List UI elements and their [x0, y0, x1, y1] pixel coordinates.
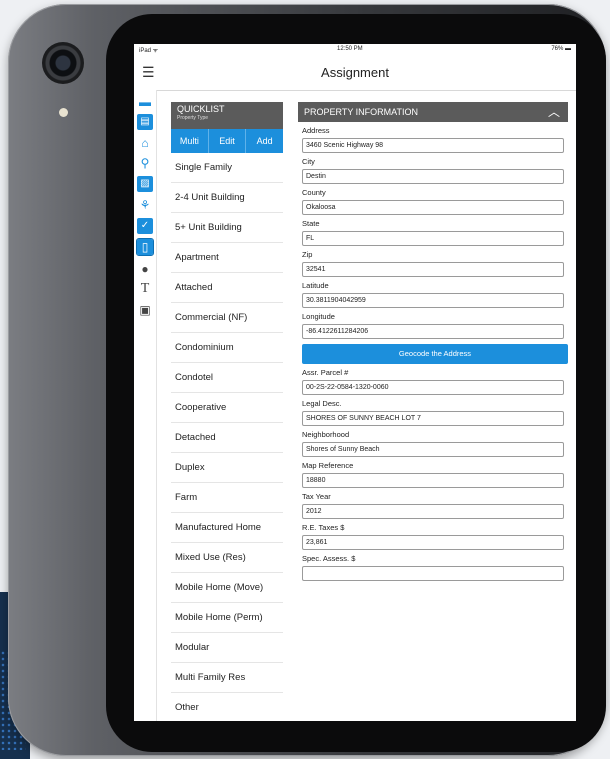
text-input[interactable]: Destin	[302, 169, 564, 184]
nav-bar: ☰ Assignment	[134, 56, 576, 91]
quicklist-title: QUICKLIST	[177, 104, 225, 114]
list-item[interactable]: Commercial (NF)	[171, 303, 283, 333]
add-button[interactable]: Add	[246, 129, 283, 153]
list-item[interactable]: Apartment	[171, 243, 283, 273]
field-label: Zip	[302, 250, 313, 259]
field-label: Tax Year	[302, 492, 331, 501]
list-item[interactable]: Single Family	[171, 153, 283, 183]
text-input[interactable]: FL	[302, 231, 564, 246]
section-title: PROPERTY INFORMATION	[304, 107, 419, 117]
carrier-label: iPad ᯤ	[139, 48, 159, 54]
field-label: Spec. Assess. $	[302, 554, 356, 563]
field-label: City	[302, 157, 315, 166]
form-field: State FL	[302, 219, 568, 246]
form-field: Spec. Assess. $	[302, 554, 568, 581]
quicklist-items: Single Family 2-4 Unit Building 5+ Unit …	[171, 153, 283, 721]
field-label: State	[302, 219, 320, 228]
document-icon[interactable]: ▤	[137, 114, 153, 130]
app-screen: iPad ᯤ 12:50 PM 76% ▬ ☰ Assignment ▬ ▤ ⌂…	[134, 44, 576, 721]
form-field: Legal Desc. SHORES OF SUNNY BEACH LOT 7	[302, 399, 568, 426]
house-icon[interactable]: ⌂	[137, 135, 153, 151]
form-field: Neighborhood Shores of Sunny Beach	[302, 430, 568, 457]
text-input[interactable]: 3460 Scenic Highway 98	[302, 138, 564, 153]
text-icon[interactable]: T	[137, 281, 153, 297]
property-information-panel: PROPERTY INFORMATION ︿ Address 3460 Sceni…	[298, 102, 568, 721]
form-field: City Destin	[302, 157, 568, 184]
camera-lens-icon	[42, 42, 84, 84]
text-input[interactable]: -86.4122611284206	[302, 324, 564, 339]
list-item[interactable]: 2-4 Unit Building	[171, 183, 283, 213]
checkbox-icon[interactable]: ✓	[137, 218, 153, 234]
list-item[interactable]: Multi Family Res	[171, 663, 283, 693]
list-item[interactable]: Attached	[171, 273, 283, 303]
form-field: Latitude 30.3811904042959	[302, 281, 568, 308]
multi-button[interactable]: Multi	[171, 129, 209, 153]
field-label: Latitude	[302, 281, 329, 290]
location-pin-icon[interactable]: ⚲	[137, 155, 153, 171]
form-field: Assr. Parcel # 00-2S-22-0584-1320-0060	[302, 368, 568, 395]
icon-rail: ▬ ▤ ⌂ ⚲ ▨ ⚘ ✓ ▯ ● T ▣	[134, 90, 157, 721]
field-label: County	[302, 188, 326, 197]
list-item[interactable]: Manufactured Home	[171, 513, 283, 543]
list-item[interactable]: Mobile Home (Move)	[171, 573, 283, 603]
battery-indicator: 76% ▬	[551, 46, 571, 52]
flash-icon	[59, 108, 68, 117]
field-label: Longitude	[302, 312, 335, 321]
briefcase-icon[interactable]: ▬	[137, 94, 153, 110]
text-input[interactable]: Okaloosa	[302, 200, 564, 215]
tree-icon[interactable]: ⚘	[137, 197, 153, 213]
quicklist-panel: QUICKLIST Property Type Multi Edit Add S…	[171, 102, 283, 721]
list-item[interactable]: Modular	[171, 633, 283, 663]
text-input[interactable]: 00-2S-22-0584-1320-0060	[302, 380, 564, 395]
list-item[interactable]: Cooperative	[171, 393, 283, 423]
form-field: Zip 32541	[302, 250, 568, 277]
form-field: R.E. Taxes $ 23,861	[302, 523, 568, 550]
text-input[interactable]: Shores of Sunny Beach	[302, 442, 564, 457]
text-input[interactable]	[302, 566, 564, 581]
field-label: Neighborhood	[302, 430, 350, 439]
field-label: Map Reference	[302, 461, 354, 470]
field-label: R.E. Taxes $	[302, 523, 345, 532]
field-label: Assr. Parcel #	[302, 368, 349, 377]
text-input[interactable]: SHORES OF SUNNY BEACH LOT 7	[302, 411, 564, 426]
tablet-icon[interactable]: ▯	[136, 238, 154, 256]
list-item[interactable]: 5+ Unit Building	[171, 213, 283, 243]
status-bar: iPad ᯤ 12:50 PM 76% ▬	[134, 44, 576, 56]
chevron-up-icon[interactable]: ︿	[548, 102, 560, 122]
text-input[interactable]: 23,861	[302, 535, 564, 550]
form-field: County Okaloosa	[302, 188, 568, 215]
list-item[interactable]: Mobile Home (Perm)	[171, 603, 283, 633]
list-item[interactable]: Other	[171, 693, 283, 721]
save-icon[interactable]: ▣	[137, 302, 153, 318]
clock: 12:50 PM	[337, 46, 363, 52]
text-input[interactable]: 2012	[302, 504, 564, 519]
list-item[interactable]: Condominium	[171, 333, 283, 363]
geocode-address-button[interactable]: Geocode the Address	[302, 344, 568, 364]
text-input[interactable]: 18880	[302, 473, 564, 488]
list-item[interactable]: Mixed Use (Res)	[171, 543, 283, 573]
form-field: Tax Year 2012	[302, 492, 568, 519]
quicklist-header: QUICKLIST Property Type	[171, 102, 283, 129]
form-field: Longitude -86.4122611284206	[302, 312, 568, 339]
photo-icon[interactable]: ▨	[137, 176, 153, 192]
list-item[interactable]: Detached	[171, 423, 283, 453]
text-input[interactable]: 30.3811904042959	[302, 293, 564, 308]
form-field: Address 3460 Scenic Highway 98	[302, 126, 568, 153]
list-item[interactable]: Condotel	[171, 363, 283, 393]
page-title: Assignment	[321, 65, 389, 80]
form-field: Map Reference 18880	[302, 461, 568, 488]
microphone-icon[interactable]: ●	[137, 261, 153, 277]
edit-button[interactable]: Edit	[209, 129, 247, 153]
list-item[interactable]: Duplex	[171, 453, 283, 483]
text-input[interactable]: 32541	[302, 262, 564, 277]
list-item[interactable]: Farm	[171, 483, 283, 513]
section-header[interactable]: PROPERTY INFORMATION ︿	[298, 102, 568, 122]
quicklist-buttons: Multi Edit Add	[171, 129, 283, 153]
field-label: Legal Desc.	[302, 399, 342, 408]
field-label: Address	[302, 126, 330, 135]
quicklist-subtitle: Property Type	[177, 115, 209, 121]
